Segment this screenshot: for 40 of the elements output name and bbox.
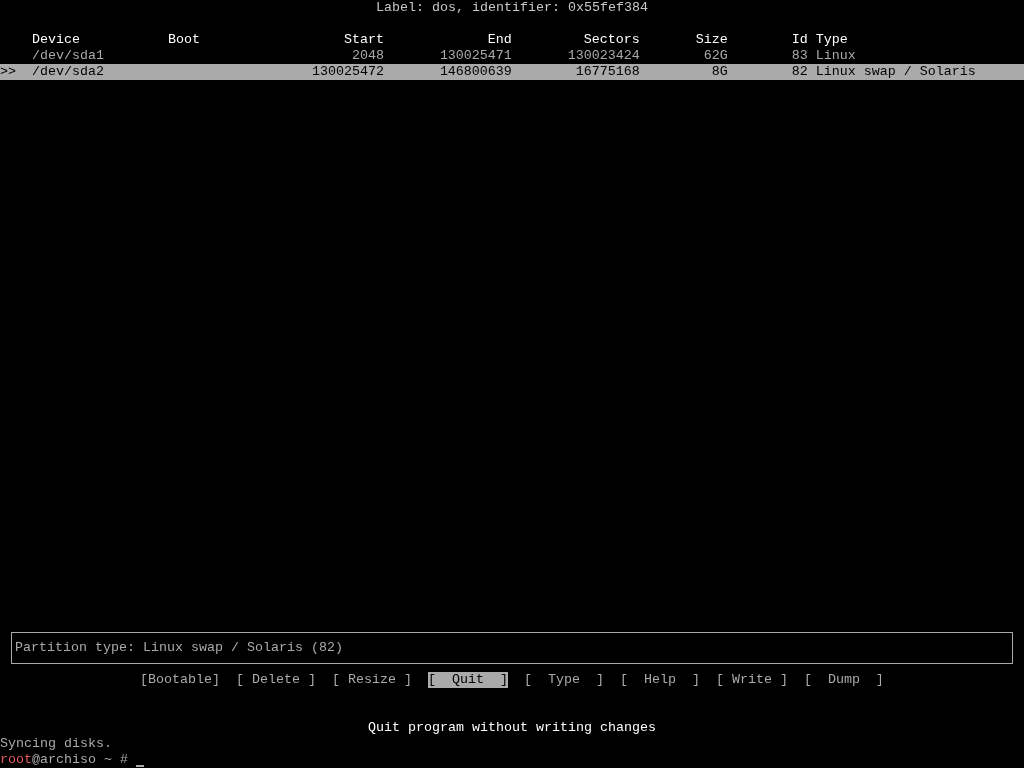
table-row[interactable]: >> /dev/sda2 130025472 146800639 16775168 8G 82 Linux swap / Solaris [0,64,1024,80]
table-cell: /dev/sda2 [32,64,104,80]
table-row[interactable]: /dev/sda1 2048 130025471 130023424 62G 83 Linux [0,48,1024,64]
prompt-text: @archiso ~ # [32,752,128,768]
menu-button[interactable]: [ Write ] [715,672,788,688]
column-header: Type [814,32,848,48]
selection-marker: >> [0,64,17,80]
table-cell-text: Linux swap / Solaris [814,64,976,80]
table-cell: 62G [703,48,728,64]
table-cell: 16775168 [575,64,640,80]
menu-button[interactable]: [ Quit ] [428,672,508,688]
column-header: Id [791,32,808,48]
column-header: Boot [167,32,200,48]
column-header: End [487,32,512,48]
output-text: Syncing disks. [0,736,112,752]
help-text: Quit program without writing changes [368,720,656,735]
partition-type-text: Partition type: Linux swap / Solaris (82) [15,640,343,655]
table-cell: 8G [711,64,728,80]
table-cell-text: Linux [814,48,856,64]
table-cell: 83 [791,48,808,64]
menu-button[interactable]: [ Delete ] [236,672,317,688]
menu-button[interactable]: [ Type ] [524,672,604,688]
table-cell: 2048 [351,48,384,64]
menu-button[interactable]: [ Dump ] [803,672,884,688]
disk-label: Label: dos, identifier: 0x55fef384 [376,0,648,15]
menu-button[interactable]: [Bootable] [140,672,221,688]
column-header: Size [695,32,728,48]
column-header: Device [32,32,80,48]
table-cell: 146800639 [439,64,512,80]
prompt-user: root [0,752,32,768]
menu-button[interactable]: [ Help ] [619,672,700,688]
column-header: Sectors [583,32,640,48]
column-header: Start [343,32,384,48]
table-cell: 130023424 [567,48,640,64]
table-cell: /dev/sda1 [32,48,104,64]
cursor-icon [135,765,144,767]
table-cell: 130025471 [439,48,512,64]
table-cell: 82 [791,64,808,80]
menu-button[interactable]: [ Resize ] [332,672,413,688]
table-cell: 130025472 [311,64,384,80]
